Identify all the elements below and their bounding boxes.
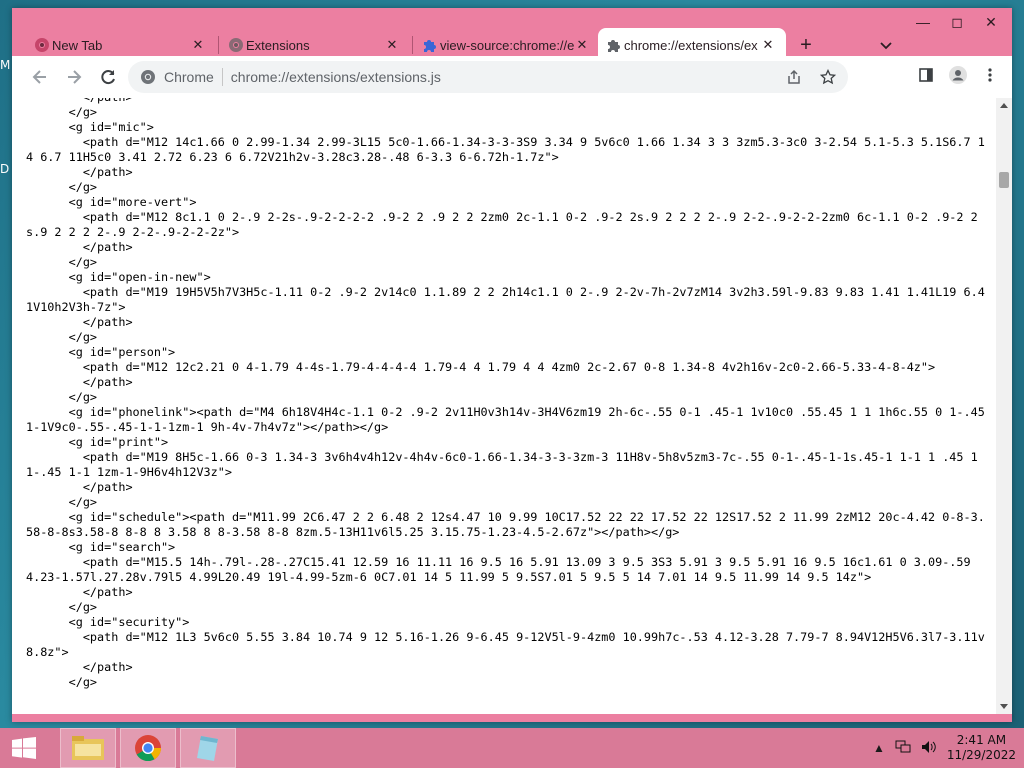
reload-icon[interactable] [92, 61, 124, 93]
chrome-icon [35, 38, 49, 52]
side-panel-icon[interactable] [912, 61, 940, 89]
system-tray: ▲ 2:41 AM 11/29/2022 [873, 728, 1016, 768]
tab-separator [412, 36, 413, 54]
tray-chevron-up-icon[interactable]: ▲ [873, 741, 885, 755]
close-tab-icon[interactable]: ✕ [384, 37, 400, 53]
source-line: <path d="M15.5 14h-.79l-.28-.27C15.41 12… [26, 555, 978, 584]
start-button[interactable] [0, 728, 48, 768]
tab-title: chrome://extensions/ex [624, 37, 758, 53]
source-line: <g id="print"> [26, 435, 169, 449]
desktop-icon-label: D [0, 162, 10, 176]
source-line: <g id="person"> [26, 345, 176, 359]
source-line: </path> [26, 315, 133, 329]
source-line: </g> [26, 495, 98, 509]
source-line: <g id="open-in-new"> [26, 270, 211, 284]
clock[interactable]: 2:41 AM 11/29/2022 [947, 733, 1016, 763]
taskbar-file-explorer[interactable] [60, 728, 116, 768]
notebook-icon [197, 736, 218, 761]
forward-arrow-icon[interactable] [58, 61, 90, 93]
source-line: <g id="security"> [26, 615, 190, 629]
desktop-icon-label: M [0, 58, 11, 72]
source-line: </g> [26, 330, 98, 344]
source-line: <path d="M12 12c2.21 0 4-1.79 4-4s-1.79-… [26, 360, 936, 374]
source-line: </g> [26, 675, 98, 689]
source-line: </path> [26, 660, 133, 674]
source-line: <path d="M19 8H5c-1.66 0-3 1.34-3 3v6h4v… [26, 450, 985, 479]
new-tab-button[interactable]: + [794, 34, 818, 58]
file-explorer-icon [72, 736, 104, 760]
taskbar-notebook[interactable] [180, 728, 236, 768]
source-line: <g id="phonelink"><path d="M4 6h18V4H4c-… [26, 405, 992, 434]
source-line: <g id="mic"> [26, 120, 154, 134]
back-arrow-icon[interactable] [24, 61, 56, 93]
clock-time: 2:41 AM [956, 733, 1007, 747]
omnibox-divider [221, 68, 223, 86]
vertical-scrollbar[interactable] [996, 98, 1012, 714]
source-line: </path> [26, 375, 133, 389]
source-line: <path d="M19 19H5V5h7V3H5c-1.11 0-2 .9-2… [26, 285, 985, 314]
page-content: </path> </g> <g id="mic"> <path d="M12 1… [12, 98, 1012, 714]
source-line: </path> [26, 165, 133, 179]
tab-title: Extensions [246, 37, 310, 53]
source-line: </g> [26, 255, 98, 269]
source-line: <path d="M12 14c1.66 0 2.99-1.34 2.99-3L… [26, 135, 985, 164]
tab-separator [218, 36, 219, 54]
source-line: </path> [26, 240, 133, 254]
clock-date: 11/29/2022 [946, 748, 1016, 762]
source-line: <g id="search"> [26, 540, 176, 554]
share-icon[interactable] [780, 63, 808, 91]
source-line: </path> [26, 480, 133, 494]
puzzle-icon [424, 40, 436, 52]
profile-avatar-icon[interactable] [944, 61, 972, 89]
tab-title: view-source:chrome://e [440, 37, 574, 53]
chrome-icon [135, 735, 162, 762]
source-line: <path d="M12 8c1.1 0 2-.9 2-2s-.9-2-2-2-… [26, 210, 978, 239]
taskbar-chrome[interactable] [120, 728, 176, 768]
tab-search-chevron-icon[interactable] [874, 34, 898, 58]
close-tab-icon[interactable]: ✕ [574, 37, 590, 53]
close-tab-icon[interactable]: ✕ [760, 37, 776, 53]
taskbar: ▲ 2:41 AM 11/29/2022 [0, 728, 1024, 768]
source-code: </path> </g> <g id="mic"> <path d="M12 1… [26, 98, 990, 690]
chrome-icon [141, 70, 155, 84]
source-line: </g> [26, 390, 98, 404]
close-tab-icon[interactable]: ✕ [190, 37, 206, 53]
source-line: <g id="schedule"><path d="M11.99 2C6.47 … [26, 510, 985, 539]
more-vert-icon[interactable] [976, 61, 1004, 89]
browser-window: — ◻ ✕ New Tab ✕ Extensions ✕ view-source… [12, 8, 1012, 722]
puzzle-icon [608, 40, 620, 52]
browser-toolbar: Chrome chrome://extensions/extensions.js [12, 56, 1012, 98]
scrollbar-thumb[interactable] [999, 172, 1009, 188]
source-line: </path> [26, 98, 990, 105]
source-line: </g> [26, 600, 98, 614]
volume-icon[interactable] [921, 740, 937, 757]
url-text[interactable]: chrome://extensions/extensions.js [231, 69, 780, 85]
network-icon[interactable] [895, 740, 911, 757]
source-line: <path d="M12 1L3 5v6c0 5.55 3.84 10.74 9… [26, 630, 985, 659]
source-line: <g id="more-vert"> [26, 195, 197, 209]
scroll-down-icon[interactable] [1000, 704, 1008, 709]
windows-logo-icon [12, 737, 36, 759]
omnibox-chip: Chrome [164, 69, 214, 85]
source-line: </g> [26, 105, 98, 119]
bookmark-star-icon[interactable] [814, 63, 842, 91]
source-line: </path> [26, 585, 133, 599]
scroll-up-icon[interactable] [1000, 103, 1008, 108]
tab-title: New Tab [52, 37, 103, 53]
source-line: </g> [26, 180, 98, 194]
chrome-gray-icon [229, 38, 243, 52]
address-bar[interactable]: Chrome chrome://extensions/extensions.js [128, 61, 848, 93]
